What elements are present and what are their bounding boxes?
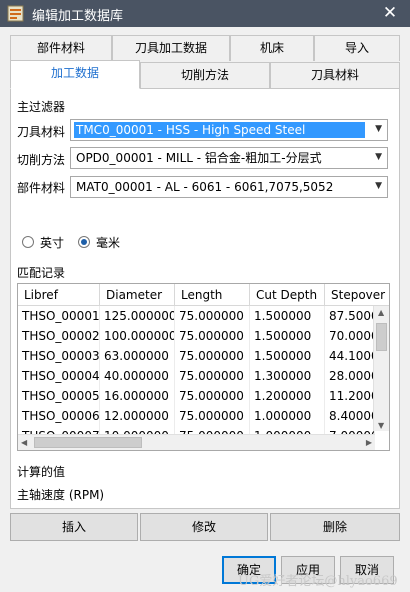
tool-material-value: TMC0_00001 - HSS - High Speed Steel: [74, 122, 365, 138]
tab-part-material[interactable]: 部件材料: [10, 35, 112, 61]
table-row[interactable]: THSO_00006 12.000000 75.000000 1.000000 8.40…: [18, 406, 375, 426]
table-cell: 1.300000: [250, 366, 325, 386]
mm-label: 毫米: [96, 236, 121, 250]
records-heading: 匹配记录: [17, 266, 66, 280]
edit-button[interactable]: 修改: [140, 513, 268, 541]
tab-machining-data[interactable]: 加工数据: [10, 60, 140, 89]
scroll-thumb[interactable]: [34, 437, 142, 448]
table-cell: 1.500000: [250, 326, 325, 346]
table-cell: 75.000000: [175, 306, 250, 326]
tab-cut-method[interactable]: 切削方法: [140, 62, 270, 88]
forum-watermark: UG爱好者论坛@hlyao669: [238, 574, 398, 589]
table-cell: THSO_00006: [18, 406, 100, 426]
computed-heading: 计算的值: [17, 465, 66, 479]
table-cell: 16.000000: [100, 386, 175, 406]
chevron-down-icon: ▼: [375, 124, 382, 134]
table-cell: 40.000000: [100, 366, 175, 386]
table-cell: 11.20000: [325, 386, 375, 406]
table-row[interactable]: THSO_00001 125.000000 75.000000 1.500000 87.…: [18, 306, 375, 326]
scroll-right-icon[interactable]: ▶: [366, 438, 372, 447]
cut-method-label: 切削方法: [17, 153, 66, 167]
table-cell: 75.000000: [175, 346, 250, 366]
scroll-down-icon[interactable]: ▼: [378, 421, 384, 430]
table-row[interactable]: THSO_00003 63.000000 75.000000 1.500000 44.1…: [18, 346, 375, 366]
spindle-speed-label: 主轴速度 (RPM): [17, 488, 105, 502]
table-cell: THSO_00003: [18, 346, 100, 366]
inch-radio[interactable]: [22, 236, 34, 248]
part-material-value: MAT0_00001 - AL - 6061 - 6061,7075,5052: [76, 180, 334, 194]
part-material-select[interactable]: MAT0_00001 - AL - 6061 - 6061,7075,5052 …: [70, 176, 388, 198]
table-cell: 1.500000: [250, 346, 325, 366]
scroll-up-icon[interactable]: ▲: [378, 308, 384, 317]
table-cell: 1.500000: [250, 306, 325, 326]
part-material-label: 部件材料: [17, 181, 66, 195]
table-cell: 75.000000: [175, 326, 250, 346]
tab-tool-cut-data[interactable]: 刀具加工数据: [112, 35, 230, 61]
column-header[interactable]: Diameter: [100, 284, 175, 306]
table-cell: 1.200000: [250, 386, 325, 406]
table-cell: 87.50000: [325, 306, 375, 326]
table-cell: 8.400000: [325, 406, 375, 426]
tool-material-select[interactable]: TMC0_00001 - HSS - High Speed Steel ▼: [70, 119, 388, 141]
column-header[interactable]: Stepover: [325, 284, 389, 306]
title-bar: 编辑加工数据库 ✕: [0, 0, 410, 27]
scroll-left-icon[interactable]: ◀: [21, 438, 27, 447]
table-cell: 100.000000: [100, 326, 175, 346]
mm-radio[interactable]: [78, 236, 90, 248]
column-header[interactable]: Length: [175, 284, 250, 306]
table-cell: 70.00000: [325, 326, 375, 346]
tab-machine[interactable]: 机床: [230, 35, 314, 61]
table-cell: THSO_00001: [18, 306, 100, 326]
tool-material-label: 刀具材料: [17, 125, 66, 139]
column-header[interactable]: Libref: [18, 284, 100, 306]
table-cell: 28.00000: [325, 366, 375, 386]
cut-method-value: OPD0_00001 - MILL - 铝合金-粗加工-分层式: [76, 151, 322, 165]
horizontal-scrollbar[interactable]: ◀ ▶: [18, 434, 375, 450]
table-row[interactable]: THSO_00002 100.000000 75.000000 1.500000 70.…: [18, 326, 375, 346]
chevron-down-icon: ▼: [375, 181, 382, 191]
table-cell: THSO_00004: [18, 366, 100, 386]
vertical-scrollbar[interactable]: ▲ ▼: [373, 306, 389, 431]
app-icon: [7, 5, 24, 22]
dialog-body: 部件材料 刀具加工数据 机床 导入 切削方法 刀具材料 主过滤器 刀具材料 TM…: [0, 27, 410, 592]
table-cell: 75.000000: [175, 366, 250, 386]
scroll-thumb[interactable]: [376, 323, 387, 351]
tab-tool-material[interactable]: 刀具材料: [270, 62, 400, 88]
chevron-down-icon: ▼: [375, 152, 382, 162]
table-cell: 1.000000: [250, 406, 325, 426]
records-table[interactable]: Libref Diameter Length Cut Depth Stepove…: [17, 283, 390, 451]
column-header[interactable]: Cut Depth: [250, 284, 325, 306]
table-cell: THSO_00005: [18, 386, 100, 406]
table-header: Libref Diameter Length Cut Depth Stepove…: [18, 284, 389, 306]
insert-button[interactable]: 插入: [10, 513, 138, 541]
table-cell: 75.000000: [175, 386, 250, 406]
table-cell: 44.10000: [325, 346, 375, 366]
tab-import[interactable]: 导入: [314, 35, 400, 61]
window-title: 编辑加工数据库: [32, 9, 124, 24]
table-cell: 63.000000: [100, 346, 175, 366]
table-cell: THSO_00002: [18, 326, 100, 346]
table-cell: 125.000000: [100, 306, 175, 326]
table-cell: 12.000000: [100, 406, 175, 426]
table-row[interactable]: THSO_00004 40.000000 75.000000 1.300000 28.0…: [18, 366, 375, 386]
delete-button[interactable]: 删除: [270, 513, 400, 541]
table-cell: 75.000000: [175, 406, 250, 426]
close-icon[interactable]: ✕: [380, 3, 400, 23]
filter-heading: 主过滤器: [17, 100, 66, 114]
inch-label: 英寸: [40, 236, 65, 250]
cut-method-select[interactable]: OPD0_00001 - MILL - 铝合金-粗加工-分层式 ▼: [70, 147, 388, 169]
table-row[interactable]: THSO_00005 16.000000 75.000000 1.200000 11.2…: [18, 386, 375, 406]
